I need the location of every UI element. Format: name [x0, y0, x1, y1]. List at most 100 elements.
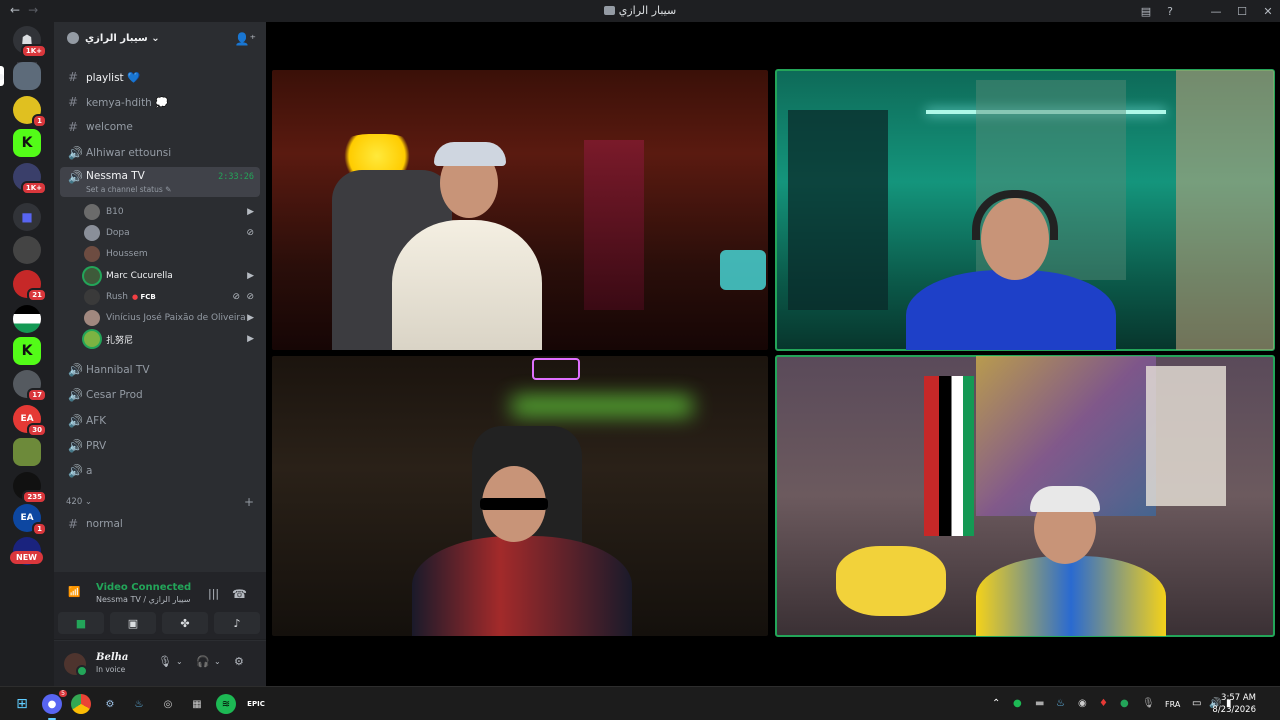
soundboard-icon: ♪	[233, 616, 241, 630]
voice-status-title[interactable]: Video Connected	[96, 582, 191, 593]
chevron-down-icon[interactable]: ⌄	[176, 657, 183, 666]
shelves	[1146, 366, 1226, 506]
epic-games-icon[interactable]: EPIC	[246, 694, 266, 714]
help-button[interactable]: ?	[1158, 5, 1182, 18]
settings-icon[interactable]: ⚙	[100, 694, 120, 714]
channel-cesar-prod[interactable]: 🔊 Cesar Prod	[60, 384, 260, 406]
minimize-button[interactable]: —	[1204, 5, 1228, 18]
signal-icon[interactable]: 📶	[68, 587, 80, 598]
add-channel-button[interactable]: +	[244, 495, 254, 509]
channel-status[interactable]: Set a channel status ✎	[86, 185, 171, 194]
username[interactable]: Belha	[96, 652, 128, 663]
avatar	[84, 204, 100, 220]
microphone-icon[interactable]: 🎙	[158, 655, 172, 668]
spotify-tray-icon[interactable]: ●	[1013, 698, 1022, 709]
channel-welcome[interactable]: # welcome	[60, 116, 260, 138]
steam-icon[interactable]: ♨	[129, 694, 149, 714]
chevron-up-icon[interactable]: ⌃	[992, 698, 1000, 709]
channel-prv[interactable]: 🔊 PRV	[60, 435, 260, 457]
server-icon[interactable]: 17	[13, 370, 47, 402]
soundboard-button[interactable]: ♪	[214, 612, 260, 634]
channel-label: welcome	[86, 121, 133, 133]
category-420[interactable]: 420 ⌄	[66, 497, 92, 507]
video-tile-speaking[interactable]	[775, 355, 1275, 637]
video-tile[interactable]	[272, 356, 768, 636]
steam-tray-icon[interactable]: ♨	[1056, 698, 1065, 709]
microphone-tray-icon[interactable]: 🎙	[1142, 698, 1155, 709]
globe-icon	[67, 32, 79, 44]
spotify-icon[interactable]: ≋	[216, 694, 236, 714]
channel-alhiwar-ettounsi[interactable]: 🔊 Alhiwar ettounsi	[60, 142, 260, 164]
add-member-icon[interactable]: 👤⁺	[235, 32, 256, 46]
clock[interactable]: 3:57 AM 8/23/2026	[1212, 692, 1256, 716]
hash-icon: #	[68, 70, 79, 84]
camera-button[interactable]: ■	[58, 612, 104, 634]
channel-normal[interactable]: # normal	[60, 513, 260, 535]
kick-server-icon[interactable]: K	[13, 337, 41, 365]
kick-server-icon[interactable]: K	[13, 129, 41, 157]
voice-user[interactable]: Vinícius José Paixão de Oliveira ▶	[84, 308, 264, 328]
home-button[interactable]: ☗ 1K+	[13, 26, 47, 58]
server-icon[interactable]	[13, 438, 41, 466]
app-icon[interactable]: ▦	[187, 694, 207, 714]
server-icon[interactable]: 1K+	[13, 163, 47, 195]
posters	[788, 110, 888, 310]
channel-hannibal-tv[interactable]: 🔊 Hannibal TV	[60, 359, 260, 381]
voice-user[interactable]: B10 ▶	[84, 202, 264, 222]
window-title: سيبار الرازي	[0, 4, 1280, 17]
maximize-button[interactable]: ☐	[1230, 5, 1254, 18]
camera-icon: ▶	[247, 207, 254, 217]
video-tile[interactable]	[272, 70, 768, 350]
noise-suppression-icon[interactable]: |||	[208, 587, 219, 600]
voice-user[interactable]: Marc Cucurella ▶	[84, 266, 264, 286]
channel-a[interactable]: 🔊 a	[60, 460, 260, 482]
language-indicator[interactable]: FRA	[1165, 700, 1180, 709]
network-icon[interactable]: ▭	[1192, 698, 1201, 709]
notification-badge: 17	[27, 388, 47, 402]
tray-icon[interactable]: ◉	[1078, 698, 1087, 709]
white-cap	[1030, 486, 1100, 512]
voice-user[interactable]: 扎努尼 ▶	[84, 329, 264, 349]
server-icon[interactable]	[13, 236, 41, 264]
pink-shelf	[584, 140, 644, 310]
server-icon[interactable]: 235	[13, 472, 47, 504]
disconnect-icon[interactable]: ☎	[232, 587, 247, 601]
palestine-server-icon[interactable]	[13, 305, 41, 333]
voice-user[interactable]: Dopa ⊘	[84, 223, 264, 243]
screen-share-button[interactable]: ▣	[110, 612, 156, 634]
windows-start-icon[interactable]: ⊞	[12, 694, 32, 714]
ea-server-icon[interactable]: EA 30	[13, 405, 47, 437]
channel-afk[interactable]: 🔊 AFK	[60, 410, 260, 432]
inbox-icon[interactable]: ▤	[1134, 5, 1158, 18]
camera-icon: ▶	[247, 313, 254, 323]
discord-taskbar-icon[interactable]: ● 5	[42, 690, 67, 720]
server-icon-current[interactable]	[13, 62, 41, 90]
channel-playlist[interactable]: # playlist 💙	[60, 66, 260, 88]
video-tile-speaking[interactable]	[775, 69, 1275, 351]
close-button[interactable]: ✕	[1256, 5, 1280, 18]
channel-nessma-tv[interactable]: 🔊 Nessma TV 2:33:26 Set a channel status…	[60, 167, 260, 197]
app-icon[interactable]: ◎	[158, 694, 178, 714]
user-avatar[interactable]	[64, 653, 88, 677]
camera-icon: ▶	[247, 271, 254, 281]
voice-user[interactable]: Houssem	[84, 244, 264, 264]
tray-icon[interactable]: ▬	[1035, 698, 1044, 709]
folder-icon[interactable]: ■	[13, 203, 41, 231]
voice-user[interactable]: Rush ● FCB ⊘ ⊘	[84, 287, 264, 307]
server-header[interactable]: سيبار الرازي ⌄ 👤⁺	[54, 22, 266, 54]
camera-icon: ■	[75, 616, 87, 630]
ea-server-icon[interactable]: EA 1	[13, 504, 47, 536]
speaker-icon: 🔊	[68, 439, 83, 453]
server-icon[interactable]: 1	[13, 96, 47, 128]
tray-icon[interactable]: ●	[1120, 698, 1129, 709]
chevron-down-icon[interactable]: ⌄	[214, 657, 221, 666]
settings-gear-icon[interactable]: ⚙	[234, 655, 244, 668]
tray-icon[interactable]: ♦	[1099, 698, 1108, 709]
channel-kemya-hdith[interactable]: # kemya-hdith 💭	[60, 91, 260, 113]
activities-button[interactable]: ✤	[162, 612, 208, 634]
headphones-icon[interactable]: 🎧	[196, 655, 210, 668]
chrome-icon[interactable]	[71, 694, 91, 714]
new-badge[interactable]: NEW	[10, 551, 43, 564]
voice-status-subtitle[interactable]: Nessma TV / سيبار الرازي	[96, 595, 190, 604]
server-icon[interactable]: 21	[13, 270, 47, 302]
